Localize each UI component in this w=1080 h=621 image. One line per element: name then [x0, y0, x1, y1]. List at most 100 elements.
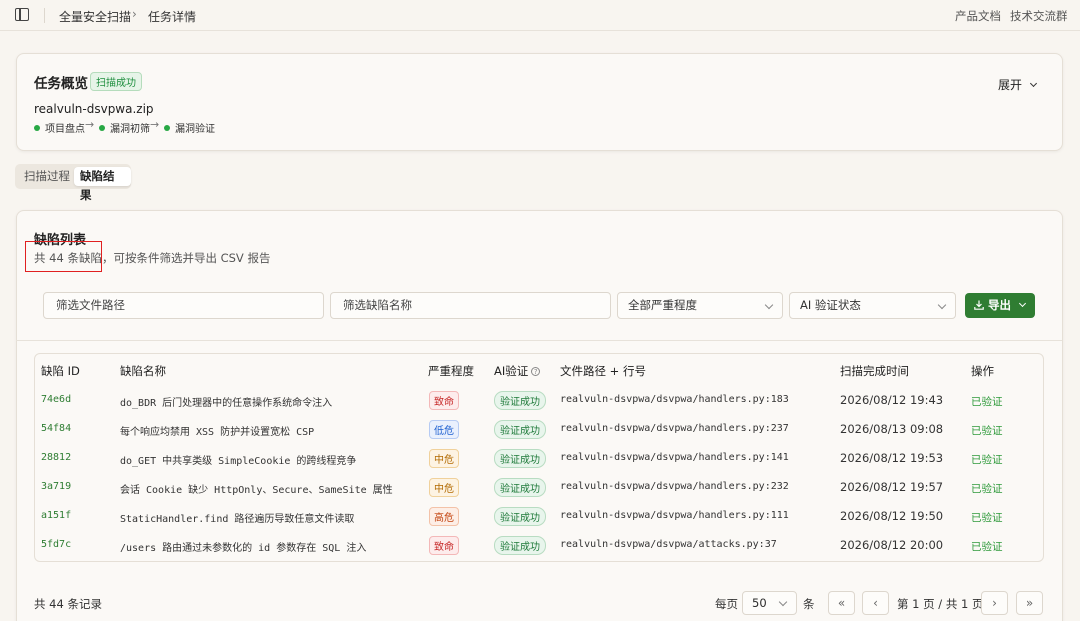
- breadcrumb-separator-icon: ›: [132, 7, 137, 21]
- severity-badge: 致命: [429, 391, 459, 410]
- tab-bar: 扫描过程 缺陷结果: [15, 164, 131, 202]
- defect-id[interactable]: 54f84: [41, 423, 71, 434]
- ai-status-badge: 验证成功: [494, 536, 546, 555]
- defect-id[interactable]: 5fd7c: [41, 539, 71, 550]
- docs-link[interactable]: 产品文档: [955, 8, 1001, 24]
- page-size-select[interactable]: 50: [742, 591, 797, 615]
- header-scan-time: 扫描完成时间: [840, 364, 909, 378]
- overview-card: [16, 53, 1063, 151]
- verified-action[interactable]: 已验证: [971, 539, 1003, 554]
- step-item: 项目盘点: [34, 120, 85, 135]
- step-label: 漏洞初筛: [110, 124, 150, 135]
- verified-action[interactable]: 已验证: [971, 452, 1003, 467]
- ai-status-badge: 验证成功: [494, 507, 546, 526]
- defect-name: /users 路由通过未参数化的 id 参数存在 SQL 注入: [120, 543, 367, 554]
- file-name: realvuln-dsvpwa.zip: [34, 102, 154, 116]
- file-path: realvuln-dsvpwa/dsvpwa/attacks.py:37: [560, 539, 777, 550]
- divider: [16, 340, 1062, 341]
- chevron-down-icon: [778, 597, 788, 607]
- header-file-path: 文件路径 + 行号: [560, 364, 646, 378]
- download-icon: [974, 300, 984, 310]
- scan-time: 2026/08/12 19:43: [840, 393, 944, 407]
- export-button[interactable]: 导出: [965, 293, 1035, 318]
- success-dot-icon: [99, 124, 105, 131]
- prev-page-button[interactable]: ‹: [862, 591, 889, 615]
- arrow-right-icon: →: [150, 118, 160, 131]
- ai-status-badge: 验证成功: [494, 420, 546, 439]
- defect-id[interactable]: 3a719: [41, 481, 71, 492]
- overview-title: 任务概览: [34, 76, 88, 92]
- last-page-button[interactable]: »: [1016, 591, 1043, 615]
- export-label: 导出: [988, 298, 1011, 312]
- divider: [44, 8, 45, 23]
- ai-status-select[interactable]: AI 验证状态: [789, 292, 956, 319]
- chevron-down-icon: [764, 300, 774, 310]
- scan-time: 2026/08/12 19:53: [840, 451, 944, 465]
- defect-name: 会话 Cookie 缺少 HttpOnly、Secure、SameSite 属性: [120, 485, 393, 496]
- ai-status-badge: 验证成功: [494, 449, 546, 468]
- arrow-right-icon: →: [85, 118, 95, 131]
- header-ai-verify-label: AI验证: [494, 364, 529, 378]
- step-label: 项目盘点: [45, 124, 85, 135]
- file-path: realvuln-dsvpwa/dsvpwa/handlers.py:237: [560, 423, 789, 434]
- file-path: realvuln-dsvpwa/dsvpwa/handlers.py:183: [560, 394, 789, 405]
- first-page-button[interactable]: «: [828, 591, 855, 615]
- scan-time: 2026/08/12 20:00: [840, 538, 944, 552]
- expand-button[interactable]: 展开: [998, 76, 1038, 93]
- header-severity: 严重程度: [428, 364, 474, 378]
- breadcrumb-root[interactable]: 全量安全扫描: [59, 8, 131, 25]
- defect-id[interactable]: 74e6d: [41, 394, 71, 405]
- header-ai-verify: AI验证?: [494, 363, 541, 379]
- tab-defect-results[interactable]: 缺陷结果: [74, 167, 131, 202]
- step-item: 漏洞验证: [164, 120, 215, 135]
- tab-scan-process[interactable]: 扫描过程: [18, 167, 76, 186]
- severity-select[interactable]: 全部严重程度: [617, 292, 783, 319]
- top-bar: 全量安全扫描 › 任务详情 产品文档 技术交流群: [0, 0, 1080, 31]
- breadcrumb-current: 任务详情: [148, 10, 197, 24]
- verified-action[interactable]: 已验证: [971, 394, 1003, 409]
- success-dot-icon: [34, 124, 40, 131]
- defect-name: 每个响应均禁用 XSS 防护并设置宽松 CSP: [120, 427, 315, 438]
- scan-time: 2026/08/12 19:50: [840, 509, 944, 523]
- per-page-unit: 条: [803, 597, 815, 611]
- verified-action[interactable]: 已验证: [971, 423, 1003, 438]
- defect-id[interactable]: 28812: [41, 452, 71, 463]
- file-path: realvuln-dsvpwa/dsvpwa/handlers.py:232: [560, 481, 789, 492]
- verified-action[interactable]: 已验证: [971, 510, 1003, 525]
- ai-status-badge: 验证成功: [494, 391, 546, 410]
- defect-name: do_GET 中共享类级 SimpleCookie 的跨线程竞争: [120, 456, 357, 467]
- severity-badge: 中危: [429, 449, 459, 468]
- ai-status-select-value: AI 验证状态: [800, 298, 861, 312]
- severity-badge: 致命: [429, 536, 459, 555]
- expand-label: 展开: [998, 78, 1023, 92]
- header-action: 操作: [971, 364, 994, 378]
- total-records: 共 44 条记录: [34, 597, 102, 611]
- severity-badge: 中危: [429, 478, 459, 497]
- success-dot-icon: [164, 124, 170, 131]
- defect-name: do_BDR 后门处理器中的任意操作系统命令注入: [120, 398, 333, 409]
- sidebar-toggle-icon[interactable]: [15, 8, 29, 21]
- defects-subtitle-rest: ，可按条件筛选并导出 CSV 报告: [101, 251, 271, 265]
- ai-status-badge: 验证成功: [494, 478, 546, 497]
- next-page-button[interactable]: ›: [981, 591, 1008, 615]
- header-defect-name: 缺陷名称: [120, 364, 166, 378]
- defect-id[interactable]: a151f: [41, 510, 71, 521]
- file-path: realvuln-dsvpwa/dsvpwa/handlers.py:141: [560, 452, 789, 463]
- status-badge: 扫描成功: [90, 72, 142, 91]
- chevron-down-icon: [1029, 79, 1038, 88]
- file-path: realvuln-dsvpwa/dsvpwa/handlers.py:111: [560, 510, 789, 521]
- verified-action[interactable]: 已验证: [971, 481, 1003, 496]
- file-path-filter-input[interactable]: 筛选文件路径: [43, 292, 324, 319]
- page-info: 第 1 页 / 共 1 页: [897, 597, 984, 611]
- community-link[interactable]: 技术交流群: [1010, 8, 1068, 24]
- chevron-down-icon: [1018, 299, 1027, 308]
- highlight-box: [25, 241, 102, 272]
- defect-name-filter-input[interactable]: 筛选缺陷名称: [330, 292, 611, 319]
- severity-badge: 低危: [429, 420, 459, 439]
- chevron-down-icon: [937, 300, 947, 310]
- scan-time: 2026/08/13 09:08: [840, 422, 944, 436]
- help-icon[interactable]: ?: [531, 367, 541, 376]
- step-label: 漏洞验证: [175, 124, 215, 135]
- header-defect-id: 缺陷 ID: [41, 364, 80, 378]
- page-size-value: 50: [752, 596, 767, 610]
